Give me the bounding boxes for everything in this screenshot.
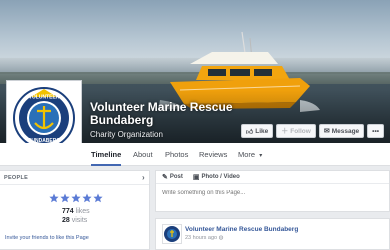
chevron-down-icon: ▾ [259,153,263,159]
visits-label: visits [71,217,88,224]
page-actions: 👍︎ Like ＋ Follow ✉ Message ••• [240,124,384,138]
composer-tab-post[interactable]: ✎ Post [162,173,183,181]
post-composer: ✎ Post ▣ Photo / Video [155,170,390,212]
more-options-button[interactable]: ••• [367,124,384,138]
page-tab-bar: Timeline About Photos Reviews More ▾ [0,143,390,166]
post-time-label: 23 hours ago [185,235,218,241]
page-title-line2: Bundaberg [90,113,154,127]
people-heading: PEOPLE [4,174,29,181]
composer-input[interactable] [162,190,362,196]
chevron-right-icon: › [142,173,145,182]
star-icon [93,193,103,203]
globe-icon: ◍ [218,235,224,241]
people-card: PEOPLE › 774 likes 28 visits Invite your… [0,170,150,250]
like-label: Like [255,127,269,135]
visits-count: 28 [62,217,70,224]
tab-more-label: More [238,150,256,159]
like-button[interactable]: 👍︎ Like [240,124,274,138]
follow-button[interactable]: ＋ Follow [276,124,316,138]
post-author[interactable]: Volunteer Marine Rescue Bundaberg [185,226,298,233]
follow-label: Follow [290,127,311,135]
star-icon [71,193,81,203]
tab-photos[interactable]: Photos [165,143,188,166]
tab-reviews[interactable]: Reviews [199,143,227,166]
page-category[interactable]: Charity Organization [90,130,163,139]
composer-tabs: ✎ Post ▣ Photo / Video [156,171,389,184]
visits-stat: 28 visits [62,217,87,224]
likes-stat: 774 likes [62,208,90,215]
message-icon: ✉ [323,128,330,135]
likes-count: 774 [62,208,74,215]
pencil-icon: ✎ [162,174,168,181]
logo-top-text: VOLUNTEER [29,95,60,101]
message-label: Message [331,127,360,135]
likes-label: likes [75,208,90,215]
tab-timeline[interactable]: Timeline [91,143,122,166]
star-icon [49,193,59,203]
page-title[interactable]: Volunteer Marine Rescue Bundaberg [90,101,260,127]
invite-friends-link[interactable]: Invite your friends to like this Page [5,235,89,241]
tab-more[interactable]: More ▾ [238,143,262,166]
star-icon [82,193,92,203]
camera-icon: ▣ [192,174,200,181]
composer-tab-post-label: Post [169,174,183,180]
more-options-label: ••• [372,127,379,135]
tab-about[interactable]: About [133,143,153,166]
rating-stars[interactable] [49,193,103,203]
post-avatar[interactable] [162,224,182,244]
post-timestamp[interactable]: 23 hours ago ◍ [185,235,223,241]
timeline-post: Volunteer Marine Rescue Bundaberg 23 hou… [155,218,390,250]
thumbs-up-icon: 👍︎ [245,128,254,136]
composer-tab-photo-label: Photo / Video [201,174,240,180]
message-button[interactable]: ✉ Message [318,124,365,138]
star-icon [60,193,70,203]
composer-tab-photo[interactable]: ▣ Photo / Video [193,173,240,181]
people-header[interactable]: PEOPLE › [0,171,149,185]
rss-icon: ＋ [281,128,289,135]
vmr-logo-small-icon [164,226,180,242]
